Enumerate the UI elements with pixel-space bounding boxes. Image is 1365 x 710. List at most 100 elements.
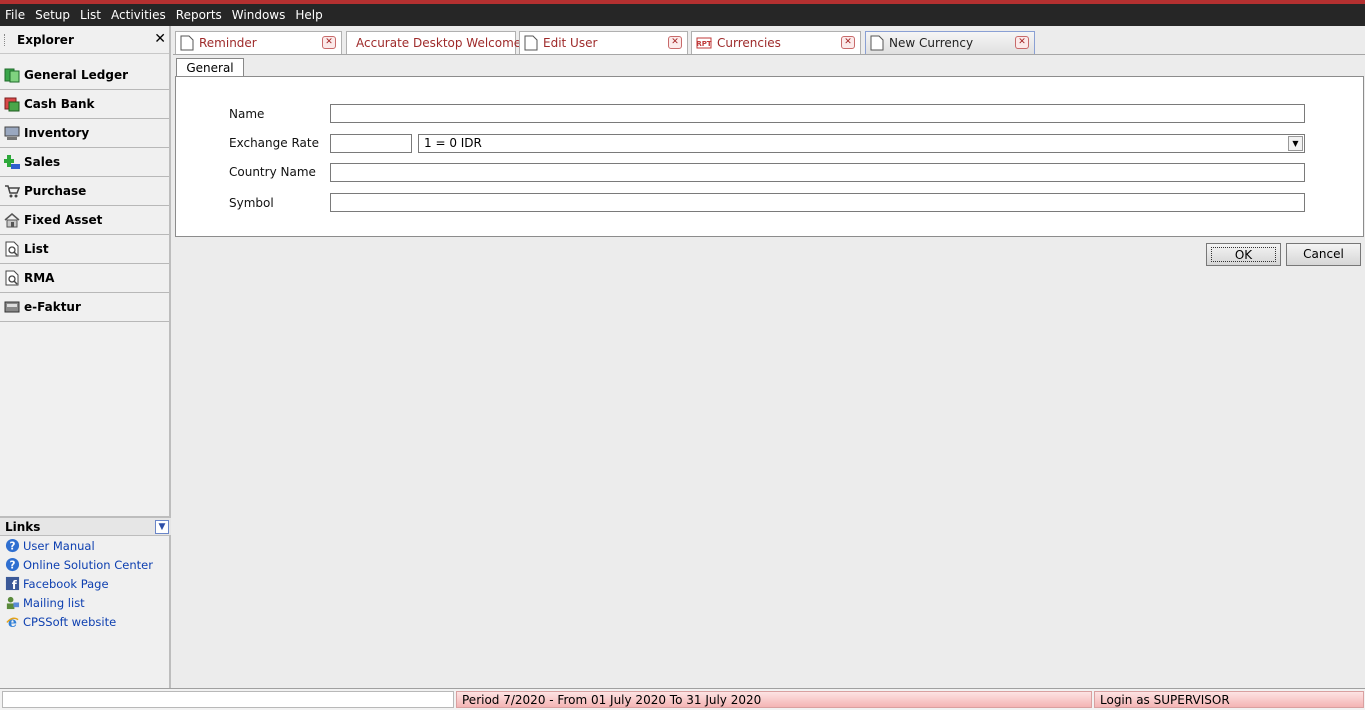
close-icon[interactable]: ✕ — [154, 31, 166, 47]
svg-text:?: ? — [10, 540, 16, 552]
ledger-icon — [4, 68, 20, 83]
document-tabs: Reminder ✕ e Accurate Desktop Welcome...… — [173, 26, 1365, 55]
sidebar-item-fixed-asset[interactable]: Fixed Asset — [0, 206, 169, 235]
exchange-rate-input[interactable] — [330, 134, 412, 153]
symbol-input[interactable] — [330, 193, 1305, 212]
status-login: Login as SUPERVISOR — [1094, 691, 1364, 708]
explorer-header: Explorer ✕ — [0, 26, 169, 54]
menu-reports[interactable]: Reports — [176, 8, 222, 22]
sidebar-item-rma[interactable]: RMA — [0, 264, 169, 293]
rma-icon — [5, 270, 19, 286]
sidebar-item-label: e-Faktur — [24, 300, 81, 314]
link-mailing-list[interactable]: Mailing list — [0, 593, 171, 612]
sidebar-item-label: Inventory — [24, 126, 90, 140]
chevron-down-icon[interactable]: ▼ — [1288, 136, 1303, 151]
cart-icon — [5, 185, 20, 198]
tab-edit-user[interactable]: Edit User ✕ — [519, 31, 688, 54]
inventory-icon — [4, 126, 20, 140]
sidebar-item-label: Cash Bank — [24, 97, 95, 111]
house-icon — [4, 213, 20, 228]
close-icon[interactable]: ✕ — [1015, 36, 1029, 49]
sidebar-item-label: General Ledger — [24, 68, 128, 82]
help-icon: ? — [5, 557, 20, 571]
list-icon — [5, 241, 19, 257]
svg-text:RPT: RPT — [696, 40, 712, 48]
close-icon[interactable]: ✕ — [668, 36, 682, 49]
tab-general[interactable]: General — [176, 58, 244, 77]
sidebar-item-general-ledger[interactable]: General Ledger — [0, 61, 169, 90]
exchange-rate-label: Exchange Rate — [229, 136, 319, 150]
country-name-input[interactable] — [330, 163, 1305, 182]
link-online-solution-center[interactable]: ? Online Solution Center — [0, 555, 171, 574]
sidebar-item-label: RMA — [24, 271, 55, 285]
sidebar-item-label: Purchase — [24, 184, 87, 198]
name-label: Name — [229, 107, 265, 121]
links-panel: Links ▼ ? User Manual ? Online Solution … — [0, 516, 171, 631]
status-period: Period 7/2020 - From 01 July 2020 To 31 … — [456, 691, 1092, 708]
menu-file[interactable]: File — [5, 8, 25, 22]
tab-reminder[interactable]: Reminder ✕ — [175, 31, 342, 54]
menu-setup[interactable]: Setup — [35, 8, 70, 22]
sidebar-item-cash-bank[interactable]: Cash Bank — [0, 90, 169, 119]
status-bar: Period 7/2020 - From 01 July 2020 To 31 … — [0, 688, 1365, 710]
svg-text:?: ? — [10, 559, 16, 571]
sidebar-item-label: Sales — [24, 155, 61, 169]
link-user-manual[interactable]: ? User Manual — [0, 536, 171, 555]
menu-activities[interactable]: Activities — [111, 8, 166, 22]
links-title: Links — [5, 519, 41, 534]
report-icon: RPT — [696, 37, 712, 49]
menu-windows[interactable]: Windows — [232, 8, 286, 22]
link-label: User Manual — [23, 538, 95, 553]
mailing-icon — [6, 596, 20, 610]
links-header: Links ▼ — [0, 516, 171, 536]
help-icon: ? — [5, 538, 20, 552]
menu-help[interactable]: Help — [295, 8, 322, 22]
cash-bank-icon — [4, 97, 20, 112]
chevron-down-icon[interactable]: ▼ — [155, 520, 169, 534]
explorer-nav: General Ledger Cash Bank Inventory Sales… — [0, 61, 169, 322]
sidebar-item-list[interactable]: List — [0, 235, 169, 264]
grip-handle[interactable] — [4, 33, 7, 46]
link-label: Facebook Page — [23, 576, 109, 591]
close-icon[interactable]: ✕ — [841, 36, 855, 49]
status-message — [2, 691, 454, 708]
efaktur-icon — [4, 301, 20, 313]
exchange-rate-select[interactable]: 1 = 0 IDR ▼ — [418, 134, 1305, 153]
sidebar-item-efaktur[interactable]: e-Faktur — [0, 293, 169, 322]
explorer-sidebar: Explorer ✕ General Ledger Cash Bank Inve… — [0, 26, 171, 688]
link-facebook-page[interactable]: f Facebook Page — [0, 574, 171, 593]
tab-new-currency[interactable]: New Currency ✕ — [865, 31, 1035, 54]
menu-list[interactable]: List — [80, 8, 101, 22]
ok-label: OK — [1211, 247, 1276, 262]
tab-label: New Currency — [889, 36, 974, 50]
explorer-title: Explorer — [17, 32, 74, 47]
sidebar-item-label: List — [24, 242, 49, 256]
exchange-rate-display: 1 = 0 IDR — [424, 136, 482, 150]
document-icon — [180, 35, 194, 51]
cancel-button[interactable]: Cancel — [1286, 243, 1361, 266]
link-label: Online Solution Center — [23, 557, 153, 572]
facebook-icon: f — [5, 576, 20, 591]
sidebar-item-purchase[interactable]: Purchase — [0, 177, 169, 206]
sidebar-item-sales[interactable]: Sales — [0, 148, 169, 177]
link-label: CPSSoft website — [23, 614, 117, 629]
document-icon — [870, 35, 884, 51]
country-name-label: Country Name — [229, 165, 316, 179]
link-cpssoft-website[interactable]: e CPSSoft website — [0, 612, 171, 631]
ok-button[interactable]: OK — [1206, 243, 1281, 266]
close-icon[interactable]: ✕ — [322, 36, 336, 49]
tab-label: Accurate Desktop Welcome... — [356, 36, 533, 50]
name-input[interactable] — [330, 104, 1305, 123]
currency-form: Name Exchange Rate 1 = 0 IDR ▼ Country N… — [175, 76, 1364, 237]
svg-text:e: e — [8, 615, 17, 629]
tab-label: Reminder — [199, 36, 257, 50]
tab-welcome[interactable]: e Accurate Desktop Welcome... — [346, 31, 533, 54]
tab-label: Currencies — [717, 36, 781, 50]
sales-icon — [4, 155, 20, 169]
link-label: Mailing list — [23, 595, 85, 610]
document-icon — [524, 35, 538, 51]
tab-currencies[interactable]: RPT Currencies ✕ — [691, 31, 861, 54]
ie-icon: e — [6, 615, 19, 629]
sidebar-item-inventory[interactable]: Inventory — [0, 119, 169, 148]
menu-bar: File Setup List Activities Reports Windo… — [0, 4, 1365, 26]
